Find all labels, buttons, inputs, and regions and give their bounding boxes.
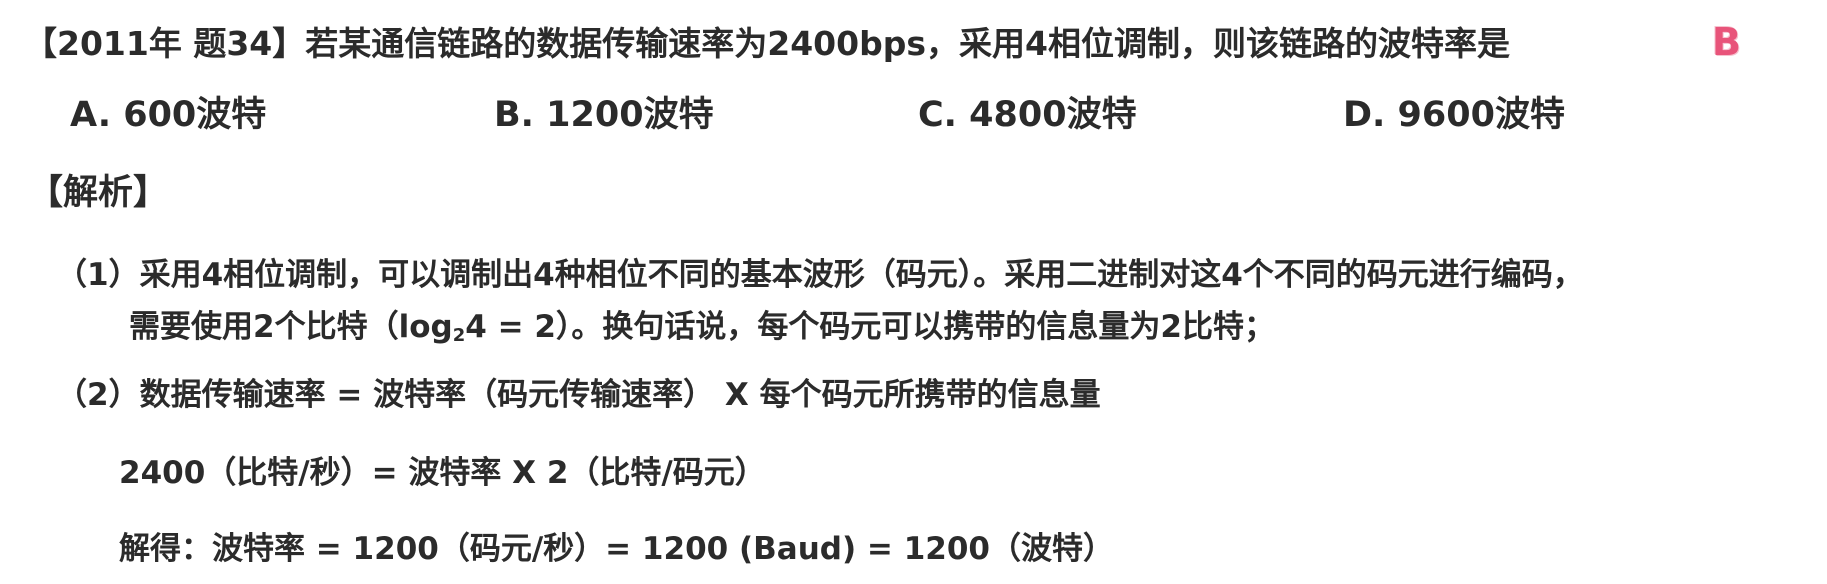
option-b: B. 1200波特 — [494, 95, 714, 135]
log-base-subscript: 2 — [452, 325, 466, 346]
point1-line2-post: 4 = 2）。换句话说，每个码元可以携带的信息量为2比特； — [465, 309, 1275, 345]
option-d: D. 9600波特 — [1343, 95, 1565, 135]
equation-1: 2400（比特/秒）= 波特率 X 2（比特/码元） — [119, 455, 766, 491]
analysis-point1-line1: （1）采用4相位调制，可以调制出4种相位不同的基本波形（码元）。采用二进制对这4… — [56, 257, 1584, 293]
analysis-point1-line2: 需要使用2个比特（log24 = 2）。换句话说，每个码元可以携带的信息量为2比… — [129, 307, 1275, 352]
option-c: C. 4800波特 — [918, 95, 1137, 135]
equation-2: 解得：波特率 = 1200（码元/秒）= 1200 (Baud) = 1200（… — [119, 531, 1114, 567]
analysis-point2: （2）数据传输速率 = 波特率（码元传输速率） X 每个码元所携带的信息量 — [56, 377, 1101, 413]
option-a: A. 600波特 — [70, 95, 267, 135]
answer-mark: B — [1712, 20, 1741, 64]
analysis-heading: 【解析】 — [28, 173, 169, 213]
question-stem: 【2011年 题34】若某通信链路的数据传输速率为2400bps，采用4相位调制… — [24, 24, 1510, 63]
point1-line2-pre: 需要使用2个比特（log — [129, 309, 453, 345]
